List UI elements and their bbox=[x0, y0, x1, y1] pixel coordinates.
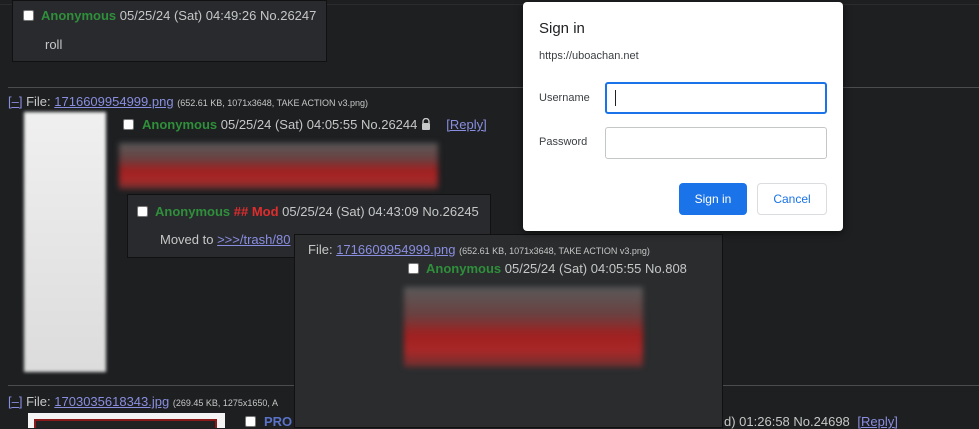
username-label: Username bbox=[539, 92, 590, 104]
reply-link[interactable]: [Reply] bbox=[857, 414, 897, 429]
message-text: Moved to bbox=[160, 232, 218, 247]
post-header: Anonymous 05/25/24 (Sat) 04:49:26 No.262… bbox=[41, 8, 316, 23]
sign-in-button[interactable]: Sign in bbox=[679, 183, 747, 215]
post-select-checkbox[interactable] bbox=[408, 263, 419, 274]
collapse-toggle[interactable]: [–] bbox=[8, 394, 22, 409]
lock-icon bbox=[422, 117, 430, 130]
thread2-image-thumbnail[interactable] bbox=[28, 413, 225, 428]
file-info: (269.45 KB, 1275x1650, A bbox=[172, 398, 278, 408]
post-datetime: 05/25/24 (Sat) 04:43:09 bbox=[282, 204, 419, 219]
post-hover-preview: File: 1716609954999.png (652.61 KB, 1071… bbox=[294, 234, 723, 428]
op-post-number[interactable]: No.26244 bbox=[361, 117, 417, 132]
poster-name: Anonymous bbox=[426, 261, 502, 276]
file-label: File: bbox=[26, 94, 51, 109]
post-datetime: 05/25/24 (Sat) 04:05:55 bbox=[504, 261, 642, 276]
post-number[interactable]: No.26247 bbox=[260, 8, 316, 23]
file-label: File: bbox=[308, 242, 333, 257]
post-header: Anonymous ## Mod 05/25/24 (Sat) 04:43:09… bbox=[155, 204, 479, 219]
op-poster-name: Anonymous bbox=[142, 117, 218, 132]
thread1-image-thumbnail[interactable] bbox=[24, 112, 106, 372]
op-datetime: d) 01:26:58 bbox=[724, 414, 790, 429]
dialog-origin: https://uboachan.net bbox=[539, 50, 639, 62]
file-link[interactable]: 1716609954999.png bbox=[336, 242, 455, 257]
collapse-toggle[interactable]: [–] bbox=[8, 94, 22, 109]
file-link[interactable]: 1703035618343.jpg bbox=[54, 394, 169, 409]
poster-name: Anonymous bbox=[41, 8, 117, 23]
dialog-title: Sign in bbox=[539, 20, 585, 37]
op-embedded-image[interactable] bbox=[119, 143, 438, 189]
file-label: File: bbox=[26, 394, 51, 409]
cancel-button[interactable]: Cancel bbox=[757, 183, 827, 215]
password-field[interactable] bbox=[605, 127, 827, 159]
post-select-checkbox[interactable] bbox=[23, 10, 34, 21]
op-select-checkbox[interactable] bbox=[123, 119, 134, 130]
post-message: Moved to >>>/trash/80 bbox=[160, 232, 290, 247]
text-caret bbox=[615, 90, 616, 106]
reply-post-26247: Anonymous 05/25/24 (Sat) 04:49:26 No.262… bbox=[12, 0, 327, 62]
op-select-checkbox[interactable] bbox=[245, 416, 256, 427]
op-header-partial: d) 01:26:58 No.24698 [Reply] bbox=[724, 414, 898, 429]
post-message: roll bbox=[45, 37, 63, 52]
password-label: Password bbox=[539, 136, 588, 148]
poster-name: Anonymous bbox=[155, 204, 231, 219]
post-select-checkbox[interactable] bbox=[137, 206, 148, 217]
preview-embedded-image[interactable] bbox=[404, 287, 643, 367]
op-header: Anonymous 05/25/24 (Sat) 04:05:55 No.262… bbox=[142, 117, 487, 132]
file-info: (652.61 KB, 1071x3648, TAKE ACTION v3.pn… bbox=[177, 98, 368, 108]
op-post-number[interactable]: No.24698 bbox=[793, 414, 849, 429]
mod-capcode: ## Mod bbox=[233, 204, 279, 219]
preview-file-line: File: 1716609954999.png (652.61 KB, 1071… bbox=[308, 242, 650, 257]
board-link[interactable]: >>>/trash/80 bbox=[217, 232, 290, 247]
reply-link[interactable]: [Reply] bbox=[446, 117, 486, 132]
thread2-file-line: [–] File: 1703035618343.jpg (269.45 KB, … bbox=[8, 394, 278, 409]
post-datetime: 05/25/24 (Sat) 04:49:26 bbox=[119, 8, 257, 23]
sign-in-dialog: Sign in https://uboachan.net Username Pa… bbox=[523, 2, 843, 231]
thread1-file-line: [–] File: 1716609954999.png (652.61 KB, … bbox=[8, 94, 368, 109]
op-poster-name: PRO bbox=[264, 414, 293, 429]
file-info: (652.61 KB, 1071x3648, TAKE ACTION v3.pn… bbox=[459, 246, 650, 256]
file-link[interactable]: 1716609954999.png bbox=[54, 94, 173, 109]
preview-header: Anonymous 05/25/24 (Sat) 04:05:55 No.808 bbox=[426, 261, 687, 276]
username-field[interactable] bbox=[605, 82, 827, 114]
post-number[interactable]: No.26245 bbox=[422, 204, 478, 219]
post-number[interactable]: No.808 bbox=[645, 261, 687, 276]
op-datetime: 05/25/24 (Sat) 04:05:55 bbox=[220, 117, 358, 132]
